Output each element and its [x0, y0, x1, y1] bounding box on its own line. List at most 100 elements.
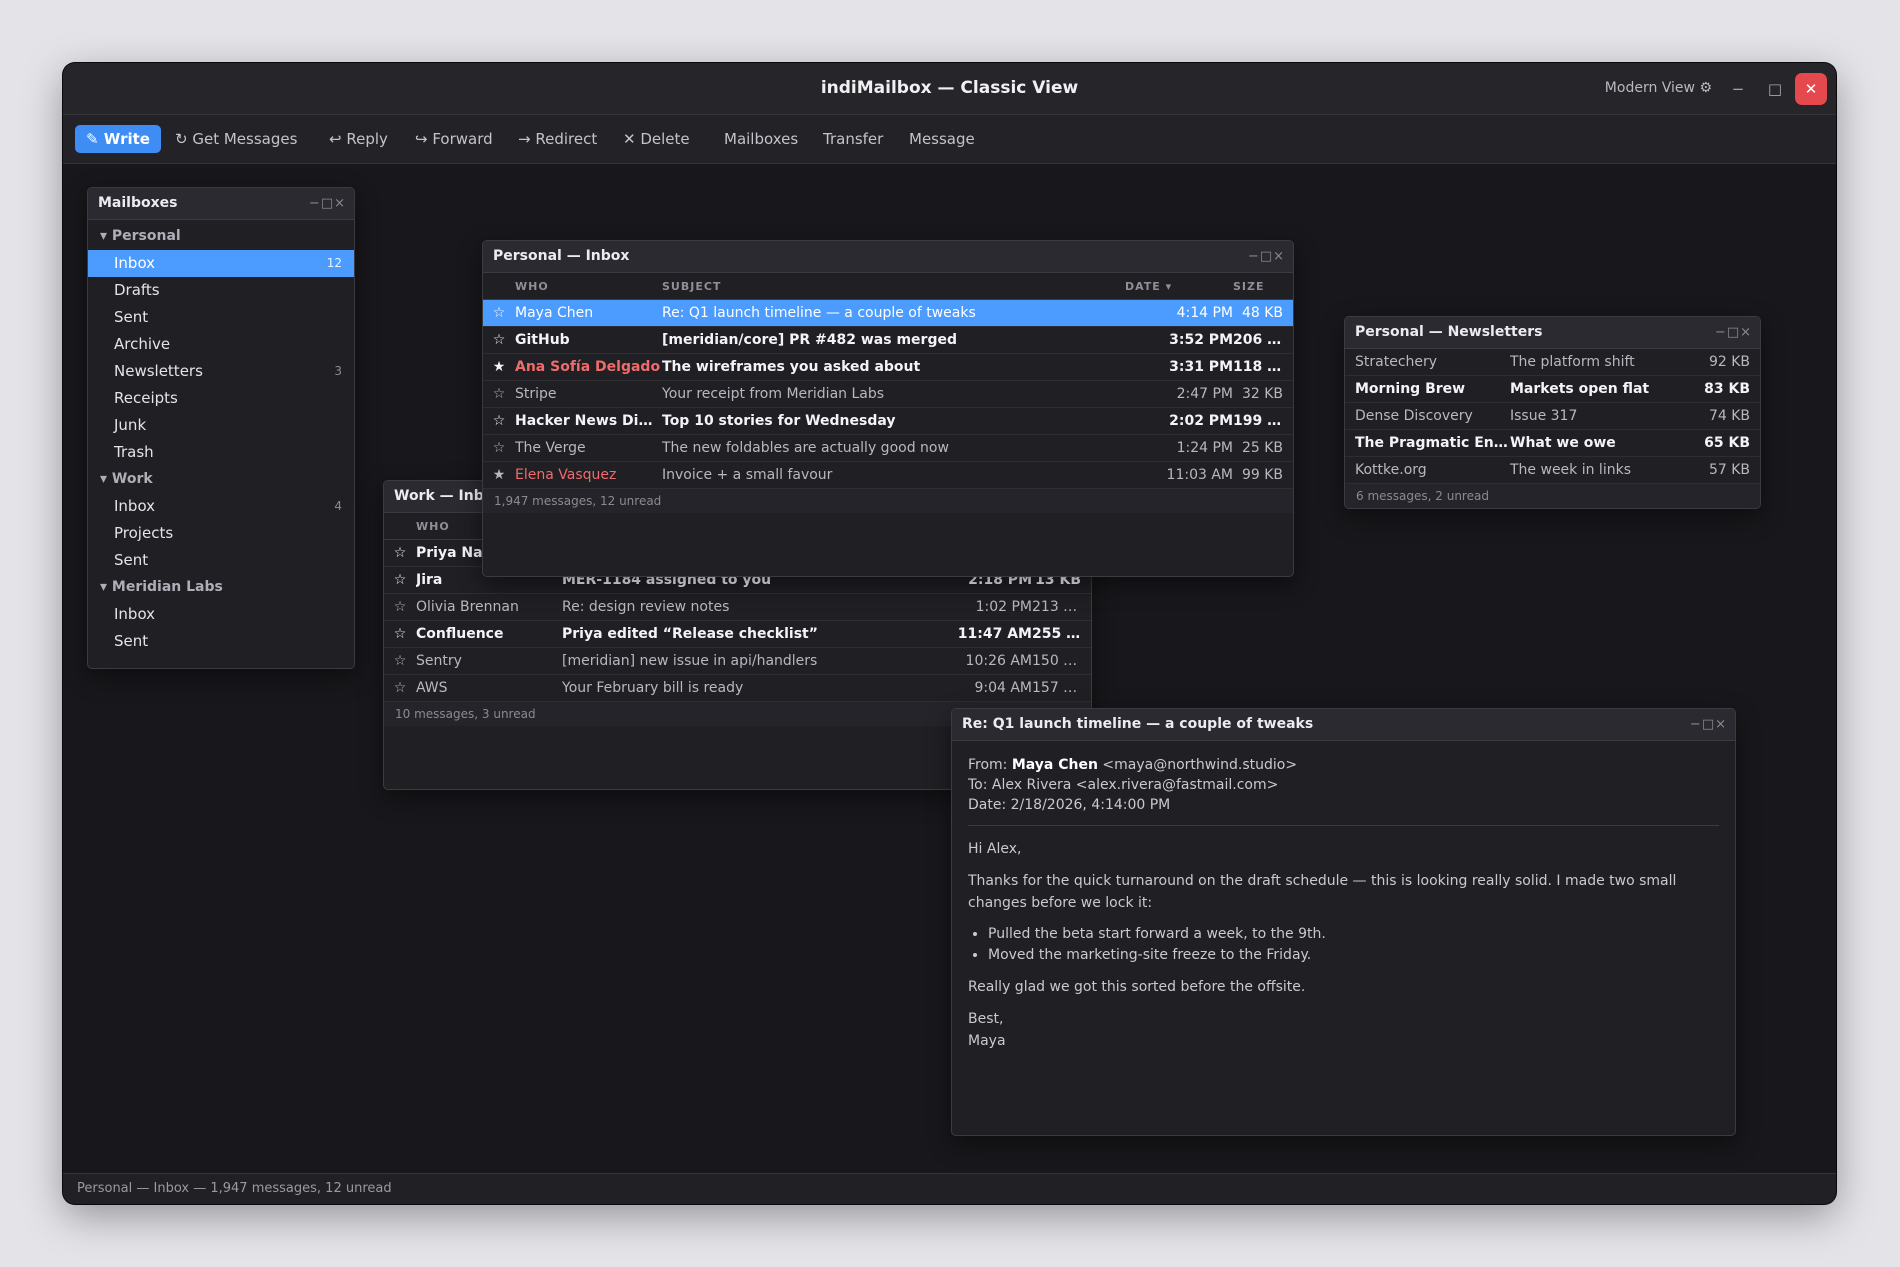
- message-row[interactable]: ★ Elena Vasquez Invoice + a small favour 11…: [483, 461, 1293, 489]
- sender-email[interactable]: <maya@northwind.studio>: [1102, 757, 1297, 773]
- panel-footer: 6 messages, 2 unread: [1345, 484, 1760, 508]
- message-row[interactable]: Stratechery The platform shift 92 KB: [1345, 349, 1760, 376]
- mailbox-item[interactable]: Junk: [88, 412, 354, 439]
- mailbox-item[interactable]: Inbox: [88, 601, 354, 628]
- greeting: Hi Alex,: [968, 841, 1022, 857]
- mailbox-item[interactable]: Sent: [88, 628, 354, 655]
- personal-inbox-title[interactable]: Personal — Inbox −□×: [483, 241, 1293, 273]
- mailbox-item[interactable]: Receipts: [88, 385, 354, 412]
- message-menu[interactable]: Message: [909, 115, 975, 163]
- message-row[interactable]: Dense Discovery Issue 317 74 KB: [1345, 402, 1760, 430]
- mailbox-group[interactable]: ▾ Personal: [88, 223, 354, 250]
- star-icon[interactable]: ☆: [483, 326, 515, 354]
- message-row[interactable]: Kottke.org The week in links 57 KB: [1345, 456, 1760, 484]
- star-icon[interactable]: ★: [483, 461, 515, 489]
- message-table: WHO SUBJECT DATE ▾ SIZE ☆ Maya Chen Re: Q1…: [483, 273, 1293, 489]
- panel-title: Mailboxes: [98, 195, 178, 211]
- newsletters-title[interactable]: Personal — Newsletters −□×: [1345, 317, 1760, 349]
- star-icon[interactable]: ☆: [483, 434, 515, 462]
- title-bar: indiMailbox — Classic View Modern View ⚙…: [63, 63, 1836, 115]
- from-line: From: Maya Chen <maya@northwind.studio>: [968, 755, 1719, 775]
- bullet-list: Pulled the beta start forward a week, to…: [968, 924, 1719, 966]
- message-row[interactable]: ☆ Sentry [meridian] new issue in api/handl…: [384, 647, 1091, 675]
- subject-cell: Invoice + a small favour: [662, 461, 1125, 489]
- transfer-menu[interactable]: Transfer: [823, 115, 883, 163]
- app-window: indiMailbox — Classic View Modern View ⚙…: [63, 63, 1836, 1204]
- message-row[interactable]: The Pragmatic EngineerWhat we owe65 KB: [1345, 429, 1760, 457]
- message-row[interactable]: ☆ GitHub [meridian/core] PR #482 was merge…: [483, 326, 1293, 354]
- mailbox-item[interactable]: Archive: [88, 331, 354, 358]
- mailbox-group[interactable]: ▾ Work: [88, 466, 354, 493]
- mailbox-item[interactable]: Sent: [88, 304, 354, 331]
- star-icon[interactable]: ☆: [384, 620, 416, 648]
- mailboxes-menu[interactable]: Mailboxes: [724, 115, 798, 163]
- sender-name[interactable]: Maya Chen: [1012, 757, 1098, 773]
- get-messages-button[interactable]: ↻ Get Messages: [175, 115, 297, 163]
- mailbox-item[interactable]: Newsletters 3: [88, 358, 354, 385]
- date-cell: 4:14 PM: [1125, 299, 1233, 327]
- date-cell: 2:47 PM: [1125, 380, 1233, 408]
- subject-cell: Priya edited “Release checklist”: [562, 620, 924, 648]
- star-icon[interactable]: ☆: [483, 407, 515, 435]
- delete-button[interactable]: ✕ Delete: [623, 115, 690, 163]
- mailbox-item[interactable]: Drafts: [88, 277, 354, 304]
- modern-view-toggle[interactable]: Modern View ⚙: [1605, 63, 1712, 114]
- mailbox-group[interactable]: ▾ Meridian Labs: [88, 574, 354, 601]
- body-paragraph: Really glad we got this sorted before th…: [968, 979, 1306, 995]
- message-row[interactable]: ☆ Confluence Priya edited “Release checkli…: [384, 620, 1091, 648]
- message-row[interactable]: ☆ Stripe Your receipt from Meridian Labs 2:…: [483, 380, 1293, 408]
- sender-cell: Hacker News Digest: [515, 407, 662, 435]
- message-row[interactable]: ☆ The Verge The new foldables are actually…: [483, 434, 1293, 462]
- mailbox-item[interactable]: Inbox 12: [88, 250, 354, 277]
- size-cell: 150 KB: [1032, 647, 1091, 675]
- date-column-header[interactable]: DATE ▾: [1125, 273, 1233, 300]
- sender-cell: Stripe: [515, 380, 662, 408]
- star-icon[interactable]: ☆: [483, 299, 515, 327]
- unread-count-badge: 4: [334, 499, 342, 513]
- panel-controls[interactable]: −□×: [309, 188, 346, 219]
- maximize-icon[interactable]: □: [1759, 73, 1791, 105]
- mailbox-item[interactable]: Trash: [88, 439, 354, 466]
- sender-cell: Dense Discovery: [1345, 402, 1510, 430]
- star-icon[interactable]: ☆: [384, 647, 416, 675]
- panel-controls[interactable]: −□×: [1690, 709, 1727, 740]
- size-cell: 32 KB: [1233, 380, 1293, 408]
- message-row[interactable]: ☆ Hacker News Digest Top 10 stories for We…: [483, 407, 1293, 435]
- size-column-header[interactable]: SIZE: [1233, 273, 1293, 300]
- sender-cell: Kottke.org: [1345, 456, 1510, 484]
- panel-controls[interactable]: −□×: [1715, 317, 1752, 348]
- reader-title[interactable]: Re: Q1 launch timeline — a couple of twe…: [952, 709, 1735, 741]
- star-icon[interactable]: ☆: [483, 380, 515, 408]
- mailbox-item[interactable]: Sent: [88, 547, 354, 574]
- star-icon[interactable]: ☆: [384, 539, 416, 567]
- star-icon[interactable]: ★: [483, 353, 515, 381]
- mailboxes-panel-title[interactable]: Mailboxes −□×: [88, 188, 354, 220]
- size-cell: 213 KB: [1032, 593, 1091, 621]
- reply-button[interactable]: ↩ Reply: [329, 115, 388, 163]
- write-button[interactable]: ✎ Write: [75, 125, 161, 153]
- subject-column-header[interactable]: SUBJECT: [662, 273, 1125, 300]
- sender-cell: Morning Brew: [1345, 375, 1510, 403]
- star-icon[interactable]: ☆: [384, 566, 416, 594]
- message-row[interactable]: ☆ Olivia Brennan Re: design review notes 1:…: [384, 593, 1091, 621]
- date-cell: 11:47 AM: [924, 620, 1032, 648]
- who-column-header[interactable]: WHO: [515, 273, 662, 300]
- star-icon[interactable]: ☆: [384, 674, 416, 702]
- forward-button[interactable]: ↪ Forward: [415, 115, 493, 163]
- panel-controls[interactable]: −□×: [1248, 241, 1285, 272]
- redirect-button[interactable]: → Redirect: [518, 115, 597, 163]
- close-icon[interactable]: ✕: [1795, 73, 1827, 105]
- message-row[interactable]: ☆ Maya Chen Re: Q1 launch timeline — a cou…: [483, 299, 1293, 327]
- toolbar: ✎ Write ↻ Get Messages ↩ Reply ↪ Forward…: [63, 115, 1836, 164]
- panel-title: Personal — Newsletters: [1355, 324, 1543, 340]
- size-cell: 48 KB: [1233, 299, 1293, 327]
- star-icon[interactable]: ☆: [384, 593, 416, 621]
- mailbox-label: Inbox: [114, 254, 156, 272]
- message-row[interactable]: ☆ AWS Your February bill is ready 9:04 AM 15…: [384, 674, 1091, 702]
- mailbox-item[interactable]: Inbox 4: [88, 493, 354, 520]
- message-row[interactable]: ★ Ana Sofía Delgado The wireframes you ask…: [483, 353, 1293, 381]
- mailbox-item[interactable]: Projects: [88, 520, 354, 547]
- subject-cell: Issue 317: [1510, 402, 1685, 430]
- message-row[interactable]: Morning Brew Markets open flat 83 KB: [1345, 375, 1760, 403]
- minimize-icon[interactable]: −: [1722, 73, 1754, 105]
